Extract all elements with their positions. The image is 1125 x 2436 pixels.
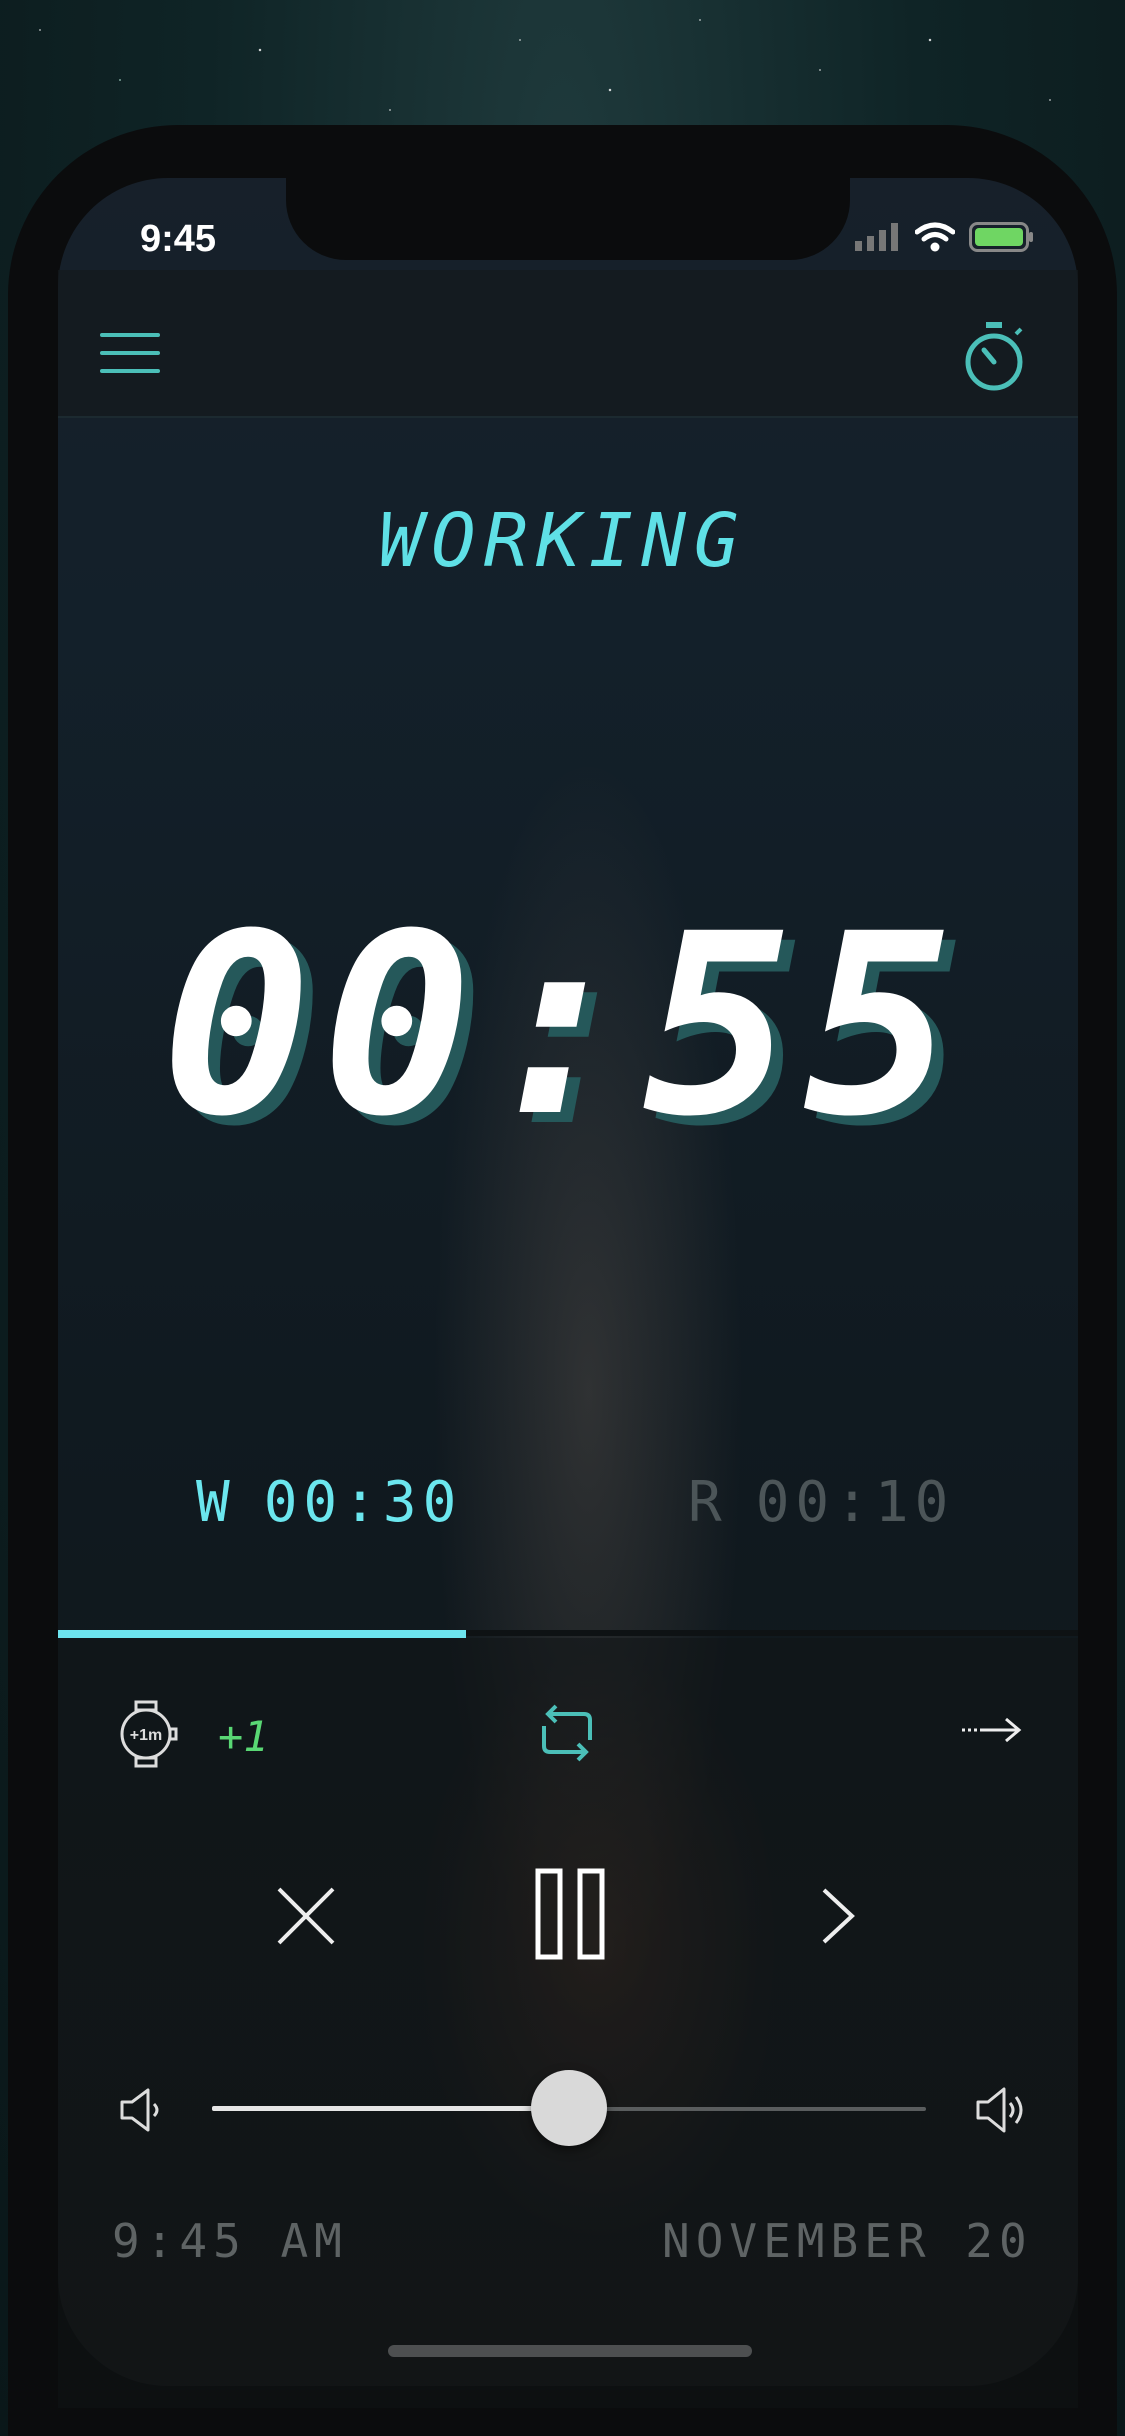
speaker-low-icon[interactable]: [118, 2086, 164, 2134]
countdown-display: 00:55: [161, 880, 964, 1171]
dotted-arrow-right-icon[interactable]: [962, 1715, 1022, 1745]
chevron-right-icon[interactable]: [820, 1886, 856, 1946]
current-time: 9:45 AM: [112, 2214, 348, 2268]
rest-time-value: 00:10: [755, 1470, 955, 1535]
work-label: W: [196, 1470, 236, 1535]
rest-label: R: [688, 1470, 728, 1535]
progress-fill: [58, 1630, 466, 1638]
pause-icon[interactable]: [534, 1868, 606, 1960]
volume-slider-thumb[interactable]: [531, 2070, 607, 2146]
hamburger-menu-icon[interactable]: [100, 333, 160, 377]
battery-icon: [969, 222, 1033, 252]
wifi-icon: [915, 222, 955, 252]
header-bar: [58, 270, 1078, 418]
status-icons: [855, 222, 1035, 252]
device-notch: [286, 178, 850, 260]
timer-mode-label: WORKING: [378, 498, 747, 584]
work-time-value: 00:30: [263, 1470, 463, 1535]
cellular-signal-icon: [855, 223, 898, 251]
speaker-high-icon[interactable]: [974, 2084, 1030, 2136]
volume-slider-fill: [212, 2106, 569, 2111]
work-interval: W 00:30: [196, 1470, 462, 1535]
add-minute-icon-text: +1m: [130, 1727, 162, 1744]
status-time: 9:45: [140, 218, 217, 260]
home-indicator: [388, 2345, 752, 2357]
stopwatch-icon[interactable]: [958, 320, 1030, 392]
current-date: NOVEMBER 20: [662, 2214, 1033, 2268]
add-minute-count[interactable]: +1: [218, 1712, 269, 1761]
close-icon[interactable]: [275, 1885, 337, 1947]
watch-plus-1m-icon[interactable]: +1m: [112, 1700, 180, 1768]
rest-interval: R 00:10: [688, 1470, 954, 1535]
repeat-icon[interactable]: [536, 1704, 598, 1762]
